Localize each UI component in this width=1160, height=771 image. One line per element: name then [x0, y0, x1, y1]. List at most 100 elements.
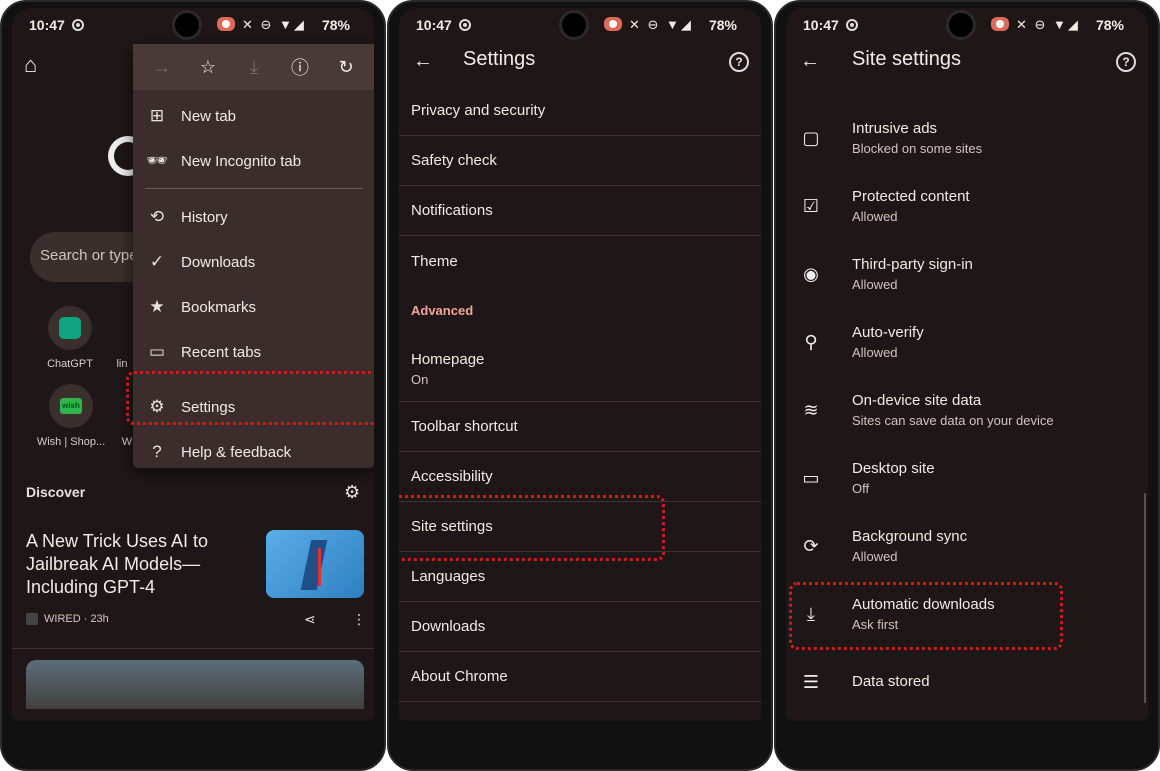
automatic-downloads-highlight [789, 582, 1063, 650]
help-icon[interactable]: ? [729, 52, 749, 72]
history-icon: ⟲ [149, 207, 165, 226]
camera-notch [946, 10, 976, 40]
home-icon[interactable]: ⌂ [24, 52, 37, 78]
battery-level: 78% [321, 17, 350, 33]
site-setting-auto-verify[interactable]: ⚲ Auto-verify Allowed [786, 312, 1148, 380]
site-setting-background-sync[interactable]: ⟳ Background sync Allowed [786, 516, 1148, 584]
help-icon[interactable]: ? [1116, 52, 1136, 72]
site-setting-protected-content[interactable]: ☑ Protected content Allowed [786, 176, 1148, 244]
item-label: Background sync [852, 528, 968, 545]
more-icon[interactable]: ⋮ [352, 611, 366, 628]
item-label: Languages [411, 568, 486, 585]
settings-highlight [126, 371, 374, 425]
location-icon [72, 19, 84, 31]
article-title[interactable]: A New Trick Uses AI to Jailbreak AI Mode… [26, 530, 226, 599]
tile-label: Wish | Shop... [36, 436, 106, 448]
nav-bar [786, 709, 1148, 721]
share-icon[interactable]: ⋖ [304, 611, 316, 628]
site-setting-third-party-sign-in[interactable]: ◉ Third-party sign-in Allowed [786, 244, 1148, 312]
refresh-icon[interactable]: ↻ [331, 57, 361, 78]
article-source: WIRED · 23h [26, 613, 109, 626]
item-label: Data stored [852, 673, 930, 690]
section-advanced: Advanced [411, 303, 474, 318]
settings-item-notifications[interactable]: Notifications [399, 186, 761, 236]
item-label: On-device site data [852, 392, 982, 409]
info-icon[interactable]: ⓘ [285, 54, 315, 80]
camera-notch [172, 10, 202, 40]
menu-item-label: Bookmarks [181, 298, 257, 316]
location-icon [459, 19, 471, 31]
help-icon: ? [152, 442, 162, 461]
wired-logo [26, 613, 38, 626]
menu-item-recent-tabs[interactable]: ▭ Recent tabs [133, 330, 374, 374]
item-label: Intrusive ads [852, 120, 938, 137]
database-icon: ≋ [803, 400, 819, 420]
site-setting-intrusive-ads[interactable]: ▢ Intrusive ads Blocked on some sites [786, 108, 1148, 176]
nav-bar [12, 709, 374, 721]
settings-item-about-chrome[interactable]: About Chrome [399, 652, 761, 702]
star-icon[interactable]: ☆ [193, 57, 223, 78]
gear-icon[interactable]: ⚙ [344, 482, 360, 503]
status-icons: ✕ ⊖ ▼◢ [1016, 17, 1080, 32]
item-sub: Sites can save data on your device [852, 413, 1054, 428]
divider [12, 648, 374, 649]
forward-icon[interactable]: → [147, 57, 177, 78]
screen: 10:47 ✕ ⊖ ▼◢ 78% ⌂ Search or type ChatGP… [12, 8, 374, 721]
status-icons: ✕ ⊖ ▼◢ [242, 17, 306, 32]
item-label: Accessibility [411, 468, 493, 485]
discover-heading: Discover [26, 484, 86, 500]
site-settings-highlight [399, 495, 665, 561]
menu-item-new-tab[interactable]: ⊞ New tab [133, 94, 374, 138]
menu-item-help-feedback[interactable]: ? Help & feedback [133, 430, 374, 474]
back-arrow-icon[interactable]: ← [800, 50, 820, 73]
scrollbar[interactable] [1144, 493, 1146, 703]
item-label: Notifications [411, 202, 493, 219]
menu-item-bookmarks[interactable]: ★ Bookmarks [133, 285, 374, 329]
phone-site-settings: 10:47 ✕ ⊖ ▼◢ 78% ← Site settings ? ▢ Intr… [774, 0, 1160, 771]
screen: 10:47 ✕ ⊖ ▼◢ 78% ← Site settings ? ▢ Intr… [786, 8, 1148, 721]
camera-notch [559, 10, 589, 40]
shortcut-tile[interactable]: wish Wish | Shop... [34, 384, 108, 448]
article-thumbnail[interactable] [266, 530, 364, 598]
site-setting-desktop-site[interactable]: ▭ Desktop site Off [786, 448, 1148, 516]
clock: 10:47 [416, 17, 452, 33]
download-icon[interactable]: ⤓ [239, 57, 269, 78]
item-sub: Blocked on some sites [852, 141, 983, 156]
item-label: Downloads [411, 618, 486, 635]
plus-box-icon: ⊞ [149, 106, 165, 125]
menu-item-label: History [181, 208, 228, 226]
item-label: Privacy and security [411, 102, 546, 119]
settings-item-privacy[interactable]: Privacy and security [399, 86, 761, 136]
download-check-icon: ✓ [149, 252, 165, 271]
star-icon: ★ [149, 297, 165, 316]
menu-item-new-incognito-tab[interactable]: 🕶 New Incognito tab [133, 139, 374, 183]
settings-item-toolbar-shortcut[interactable]: Toolbar shortcut [399, 402, 761, 452]
menu-item-downloads[interactable]: ✓ Downloads [133, 240, 374, 284]
settings-item-safety-check[interactable]: Safety check [399, 136, 761, 186]
incognito-icon: 🕶 [146, 151, 168, 170]
screen-record-icon [217, 17, 235, 31]
screen-record-icon [604, 17, 622, 31]
tile-label: ChatGPT [47, 358, 93, 370]
back-arrow-icon[interactable]: ← [413, 50, 433, 73]
page-title: Settings [463, 48, 536, 70]
item-sub: Allowed [852, 209, 898, 224]
monitor-icon: ▭ [802, 468, 820, 488]
sync-icon: ⟳ [803, 536, 819, 556]
tile-icon [48, 306, 92, 350]
article-source-label: WIRED · 23h [44, 613, 109, 625]
storage-icon: ☰ [802, 672, 820, 692]
menu-item-history[interactable]: ⟲ History [133, 195, 374, 239]
settings-item-homepage[interactable]: Homepage On [399, 336, 761, 402]
settings-item-downloads[interactable]: Downloads [399, 602, 761, 652]
settings-item-theme[interactable]: Theme [399, 236, 761, 286]
shortcut-tile[interactable]: ChatGPT [40, 306, 100, 370]
shortcut-tile[interactable]: lin [112, 358, 132, 370]
item-sub: On [411, 371, 429, 387]
nav-bar [399, 709, 761, 721]
item-label: About Chrome [411, 668, 508, 685]
shortcut-tile[interactable]: W [120, 436, 134, 448]
site-setting-on-device-data[interactable]: ≋ On-device site data Sites can save data … [786, 380, 1148, 448]
window-icon: ▢ [802, 128, 820, 148]
item-label: Auto-verify [852, 324, 924, 341]
